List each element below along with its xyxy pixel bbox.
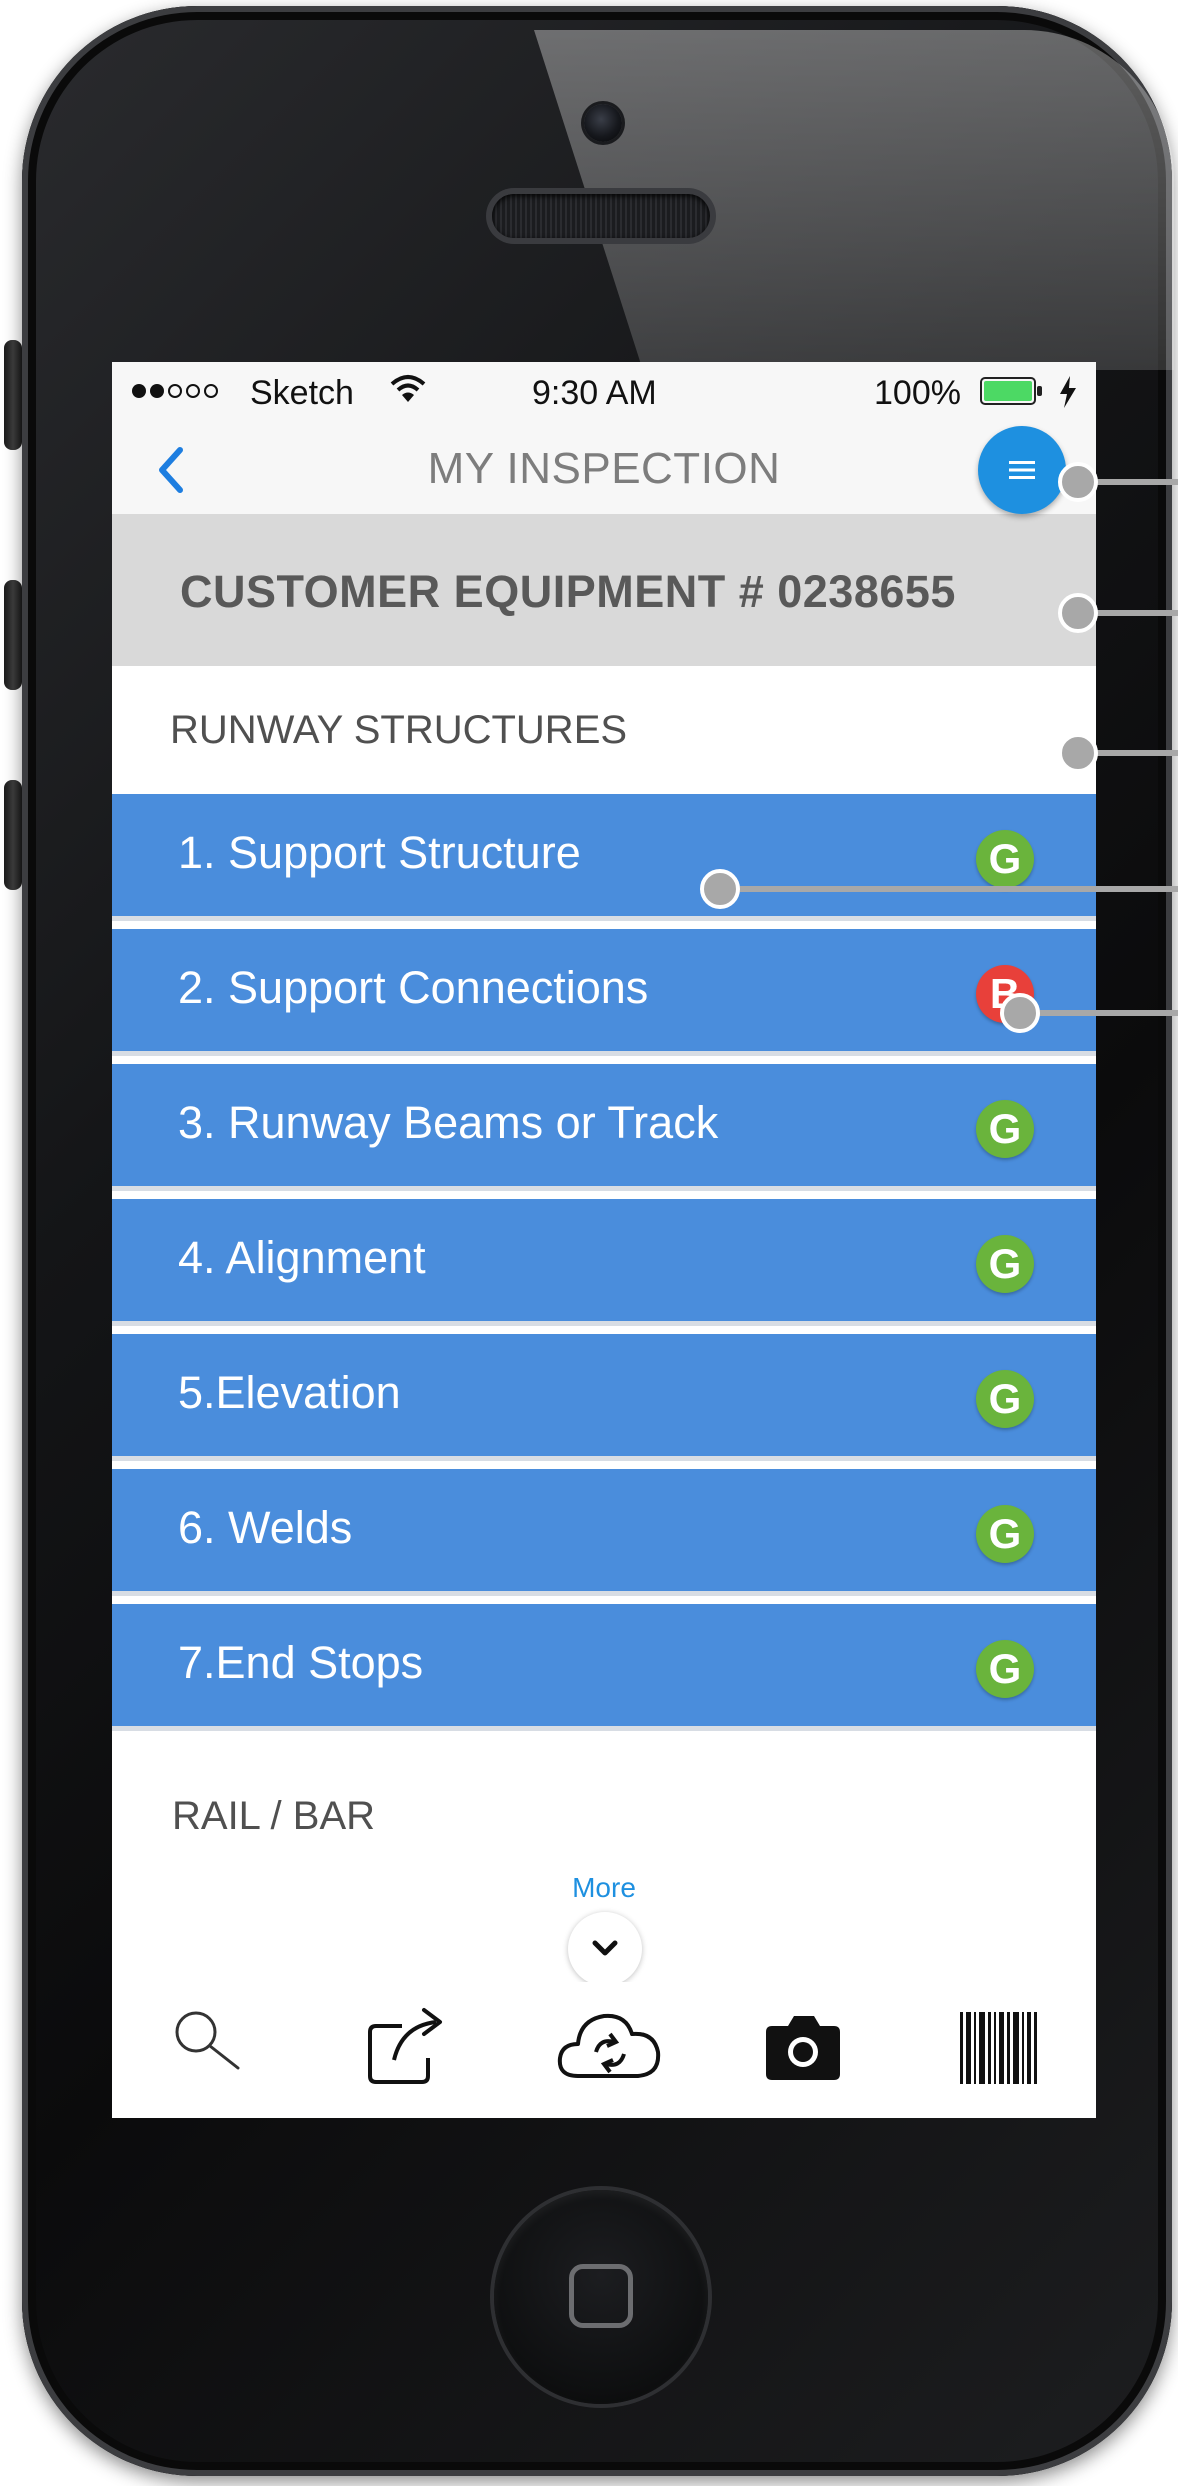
callout-line — [718, 886, 1178, 892]
list-item[interactable]: 5.Elevation G — [112, 1334, 1096, 1456]
battery-percent: 100% — [874, 374, 961, 412]
equipment-header: CUSTOMER EQUIPMENT # 0238655 — [112, 514, 1096, 666]
list-item[interactable]: 3. Runway Beams or Track G — [112, 1064, 1096, 1186]
section-title-runway: RUNWAY STRUCTURES — [170, 708, 628, 752]
status-badge: G — [976, 830, 1034, 888]
callout-dot — [1058, 593, 1098, 633]
charging-bolt-icon — [1060, 376, 1076, 408]
list-item[interactable]: 4. Alignment G — [112, 1199, 1096, 1321]
status-bar: Sketch 9:30 AM 100% — [112, 362, 1096, 422]
status-badge: G — [976, 1505, 1034, 1563]
volume-down-button — [4, 780, 22, 890]
share-icon[interactable] — [362, 2002, 452, 2092]
status-badge: G — [976, 1370, 1034, 1428]
home-square-icon — [569, 2264, 633, 2328]
home-button[interactable] — [494, 2190, 708, 2404]
list-item-label: 2. Support Connections — [178, 962, 649, 1013]
list-item-label: 3. Runway Beams or Track — [178, 1097, 719, 1148]
navigation-bar: MY INSPECTION — [112, 422, 1096, 516]
list-item-label: 5.Elevation — [178, 1367, 401, 1418]
section-header: RUNWAY STRUCTURES — [112, 666, 1096, 794]
list-item[interactable]: 2. Support Connections B — [112, 929, 1096, 1051]
barcode-icon[interactable] — [954, 2002, 1044, 2092]
carrier-name: Sketch — [250, 374, 354, 412]
mute-switch — [4, 340, 22, 450]
callout-line — [1020, 1010, 1178, 1016]
more-label[interactable]: More — [112, 1872, 1096, 1904]
callout-dot — [700, 869, 740, 909]
earpiece-speaker — [492, 194, 710, 238]
list-item-label: 1. Support Structure — [178, 827, 581, 878]
status-badge: G — [976, 1100, 1034, 1158]
hamburger-menu-icon — [1009, 461, 1035, 479]
status-badge: G — [976, 1640, 1034, 1698]
page-title: MY INSPECTION — [427, 444, 781, 493]
list-item-label: 7.End Stops — [178, 1637, 424, 1688]
status-time: 9:30 AM — [532, 374, 657, 412]
camera-icon[interactable] — [758, 2002, 848, 2092]
signal-strength-icon — [132, 384, 218, 398]
bottom-toolbar — [112, 1982, 1096, 2118]
front-camera — [584, 104, 622, 142]
section-title-rail[interactable]: RAIL / BAR — [172, 1794, 375, 1839]
more-button[interactable] — [568, 1912, 642, 1986]
callout-dot — [1058, 462, 1098, 502]
cloud-sync-icon[interactable] — [554, 2002, 666, 2092]
wifi-icon — [390, 375, 426, 402]
list-item[interactable]: 1. Support Structure G — [112, 794, 1096, 916]
status-badge: G — [976, 1235, 1034, 1293]
callout-dot — [1000, 993, 1040, 1033]
equipment-title: CUSTOMER EQUIPMENT # 0238655 — [180, 566, 956, 617]
battery-icon — [980, 377, 1042, 405]
callout-dot — [1058, 733, 1098, 773]
search-icon[interactable] — [166, 2002, 246, 2082]
volume-up-button — [4, 580, 22, 690]
app-screen: Sketch 9:30 AM 100% MY INSPECTION CUSTOM… — [112, 362, 1096, 2118]
list-item[interactable]: 6. Welds G — [112, 1469, 1096, 1591]
menu-button[interactable] — [978, 426, 1066, 514]
list-item-label: 6. Welds — [178, 1502, 353, 1553]
list-item[interactable]: 7.End Stops G — [112, 1604, 1096, 1726]
list-item-label: 4. Alignment — [178, 1232, 426, 1283]
chevron-down-icon — [592, 1940, 618, 1956]
